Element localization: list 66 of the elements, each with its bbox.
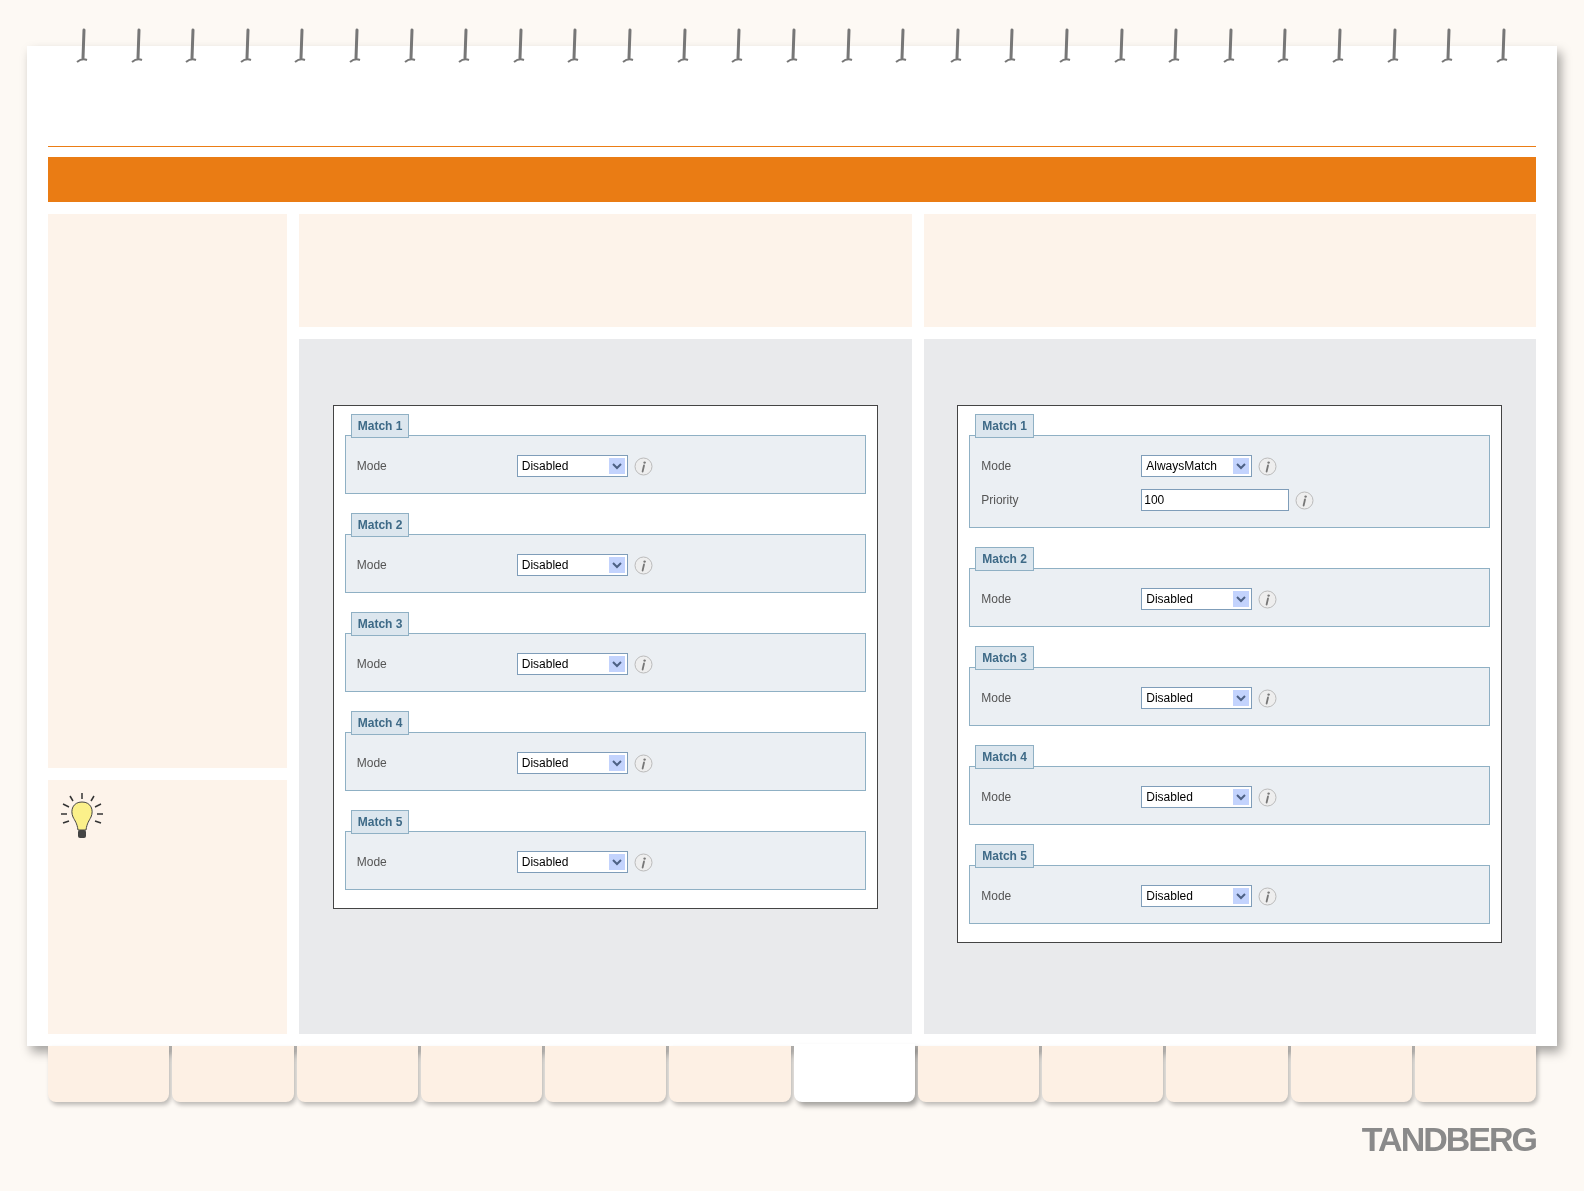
section-tab[interactable] — [296, 1046, 418, 1102]
mode-dropdown[interactable]: AlwaysMatch — [1141, 455, 1253, 477]
field-label: Mode — [981, 591, 1013, 608]
section-tab[interactable] — [793, 1044, 915, 1102]
info-icon[interactable] — [633, 852, 653, 872]
info-icon[interactable] — [1295, 490, 1315, 510]
section-tab[interactable] — [669, 1046, 791, 1102]
mode-dropdown[interactable]: Disabled — [1141, 786, 1253, 808]
field-label: Mode — [981, 789, 1013, 806]
info-icon[interactable] — [633, 456, 653, 476]
group-title: Match 1 — [975, 414, 1034, 438]
chevron-down-icon — [1233, 591, 1250, 607]
chevron-down-icon — [1233, 789, 1250, 805]
section-tab[interactable] — [545, 1046, 667, 1102]
section-tab[interactable] — [48, 1046, 170, 1102]
section-tab[interactable] — [172, 1046, 294, 1102]
info-icon[interactable] — [1258, 886, 1278, 906]
chevron-down-icon — [1233, 458, 1250, 474]
info-icon[interactable] — [1258, 787, 1278, 807]
chevron-down-icon — [608, 755, 625, 771]
info-icon[interactable] — [1258, 688, 1278, 708]
section-tab[interactable] — [1042, 1046, 1164, 1102]
field-label: Mode — [356, 854, 388, 871]
chevron-down-icon — [1233, 888, 1250, 904]
info-icon[interactable] — [633, 753, 653, 773]
chevron-down-icon — [1233, 690, 1250, 706]
info-icon[interactable] — [1258, 589, 1278, 609]
field-label: Mode — [356, 557, 388, 574]
info-icon[interactable] — [633, 654, 653, 674]
field-label: Mode — [356, 656, 388, 673]
mode-dropdown[interactable]: Disabled — [1141, 687, 1253, 709]
mode-dropdown[interactable]: Disabled — [516, 554, 628, 576]
group-title: Match 5 — [975, 844, 1034, 868]
chevron-down-icon — [608, 656, 625, 672]
mode-dropdown[interactable]: Disabled — [516, 752, 628, 774]
group-title: Match 2 — [350, 513, 410, 537]
field-label: Mode — [356, 755, 388, 772]
field-label: Mode — [981, 690, 1013, 707]
mode-dropdown[interactable]: Disabled — [516, 455, 628, 477]
field-label: Mode — [981, 458, 1013, 475]
group-title: Match 5 — [350, 810, 410, 834]
chevron-down-icon — [608, 458, 625, 474]
brand-logo: TANDBERG — [1361, 1119, 1536, 1160]
info-icon[interactable] — [633, 555, 653, 575]
mode-dropdown[interactable]: Disabled — [1141, 588, 1253, 610]
section-tab[interactable] — [1166, 1046, 1288, 1102]
mode-dropdown[interactable]: Disabled — [516, 851, 628, 873]
group-title: Match 3 — [350, 612, 410, 636]
field-label: Mode — [356, 458, 388, 475]
field-label: Priority — [981, 492, 1020, 509]
group-title: Match 2 — [975, 547, 1034, 571]
group-title: Match 4 — [350, 711, 410, 735]
group-title: Match 4 — [975, 745, 1034, 769]
chevron-down-icon — [608, 854, 625, 870]
mode-dropdown[interactable]: Disabled — [516, 653, 628, 675]
group-title: Match 1 — [350, 414, 410, 438]
section-tab[interactable] — [917, 1046, 1039, 1102]
section-tab[interactable] — [1290, 1046, 1412, 1102]
section-tab[interactable] — [1414, 1046, 1536, 1102]
section-tab[interactable] — [420, 1046, 542, 1102]
group-title: Match 3 — [975, 646, 1034, 670]
priority-input[interactable]: 100 — [1141, 489, 1290, 511]
field-label: Mode — [981, 888, 1013, 905]
info-icon[interactable] — [1258, 456, 1278, 476]
chevron-down-icon — [608, 557, 625, 573]
mode-dropdown[interactable]: Disabled — [1141, 885, 1253, 907]
